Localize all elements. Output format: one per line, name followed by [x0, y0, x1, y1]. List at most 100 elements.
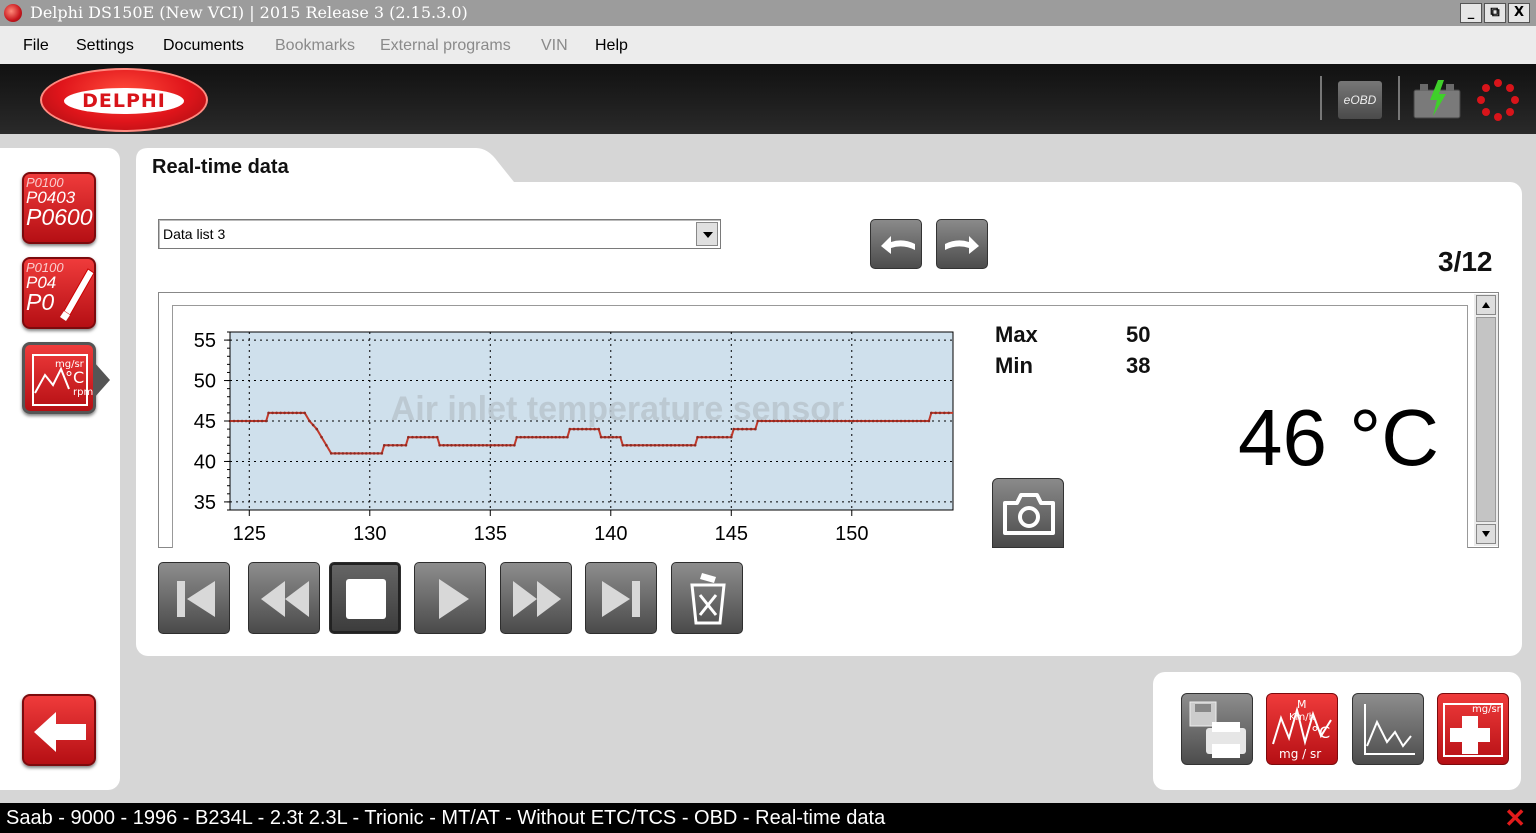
data-point: [431, 435, 435, 439]
data-point: [387, 443, 390, 447]
data-point: [566, 435, 569, 439]
data-point: [260, 419, 264, 423]
data-point: [619, 435, 622, 439]
data-point: [546, 435, 550, 439]
tab-realtime-data[interactable]: Real-time data: [152, 156, 289, 179]
data-point: [531, 435, 534, 439]
data-point: [576, 427, 580, 431]
data-point: [891, 419, 895, 423]
data-point: [607, 435, 611, 439]
data-point: [915, 419, 919, 423]
data-point: [368, 452, 372, 455]
data-point: [267, 411, 270, 415]
menu-file[interactable]: File: [23, 37, 49, 55]
menu-help[interactable]: Help: [595, 37, 628, 55]
vertical-scrollbar[interactable]: [1474, 294, 1498, 546]
data-point: [943, 411, 946, 415]
status-bar: Saab - 9000 - 1996 - B234L - 2.3t 2.3L -…: [0, 803, 1536, 833]
data-point: [236, 419, 240, 423]
data-point: [232, 419, 236, 423]
data-point: [855, 419, 859, 423]
read-dtc-button[interactable]: P0100 P0403 P0600: [22, 172, 96, 244]
menu-external-programs[interactable]: External programs: [380, 37, 511, 55]
header-divider: [1320, 76, 1322, 120]
data-point: [780, 419, 783, 423]
header-divider: [1398, 76, 1400, 120]
y-tick-label: 40: [194, 451, 216, 473]
data-point: [820, 419, 823, 423]
data-point: [597, 427, 601, 431]
data-point: [696, 435, 699, 439]
data-point: [454, 443, 457, 447]
data-point: [337, 452, 341, 455]
scroll-down-arrow-icon[interactable]: [1476, 524, 1496, 544]
close-window-button[interactable]: X: [1508, 3, 1530, 23]
data-point: [550, 435, 554, 439]
min-value: 38: [1126, 353, 1151, 378]
app-logo-icon: [4, 4, 22, 22]
eobd-button[interactable]: eOBD: [1338, 81, 1382, 119]
window-title: Delphi DS150E (New VCI) | 2015 Release 3…: [30, 3, 468, 22]
data-point: [887, 419, 891, 423]
play-button[interactable]: [414, 562, 486, 634]
svg-text:°C: °C: [1311, 723, 1330, 742]
data-point: [458, 443, 461, 447]
app-window: Delphi DS150E (New VCI) | 2015 Release 3…: [0, 0, 1536, 833]
skip-to-end-button[interactable]: [585, 562, 657, 634]
data-point: [615, 435, 618, 439]
units-button[interactable]: M Km/h °C mg / sr: [1266, 693, 1338, 765]
next-page-button[interactable]: [936, 219, 988, 269]
data-point: [673, 443, 677, 447]
data-point: [395, 443, 399, 447]
stop-button[interactable]: [329, 562, 401, 634]
clear-dtc-button[interactable]: P0100 P04 P0: [22, 257, 96, 329]
close-icon[interactable]: ✕: [1504, 803, 1526, 833]
restore-button[interactable]: ⧉: [1484, 3, 1506, 23]
battery-icon[interactable]: [1412, 78, 1462, 120]
menu-bookmarks[interactable]: Bookmarks: [275, 37, 355, 55]
data-point: [407, 435, 410, 439]
rewind-button[interactable]: [248, 562, 320, 634]
data-point: [832, 419, 835, 423]
data-point: [895, 419, 899, 423]
chevron-down-icon[interactable]: [696, 222, 718, 246]
data-point: [419, 435, 423, 439]
current-sensor-value: 46 °C: [1238, 393, 1439, 482]
back-button[interactable]: [22, 694, 96, 766]
snapshot-button[interactable]: [992, 478, 1064, 548]
data-point: [345, 452, 349, 455]
menu-vin[interactable]: VIN: [541, 37, 568, 55]
print-save-button[interactable]: [1181, 693, 1253, 765]
data-point: [580, 427, 584, 431]
connection-status-icon[interactable]: [1476, 78, 1520, 122]
skip-to-start-button[interactable]: [158, 562, 230, 634]
data-point: [275, 411, 278, 415]
data-point: [732, 427, 735, 431]
delete-recording-button[interactable]: [671, 562, 743, 634]
menu-settings[interactable]: Settings: [76, 37, 134, 55]
data-point: [844, 419, 847, 423]
scroll-thumb[interactable]: [1476, 317, 1496, 522]
data-list-value: Data list 3: [163, 226, 226, 242]
graph-view-button[interactable]: [1352, 693, 1424, 765]
previous-page-button[interactable]: [870, 219, 922, 269]
data-point: [633, 443, 637, 447]
data-point: [404, 443, 408, 447]
fast-forward-button[interactable]: [500, 562, 572, 634]
data-point: [788, 419, 791, 423]
data-point: [603, 435, 607, 439]
svg-text:Km/h: Km/h: [1289, 712, 1315, 723]
data-point: [411, 435, 414, 439]
menu-documents[interactable]: Documents: [163, 37, 244, 55]
data-point: [653, 443, 657, 447]
scroll-up-arrow-icon[interactable]: [1476, 295, 1496, 315]
data-point: [400, 443, 403, 447]
data-list-select[interactable]: Data list 3: [158, 219, 721, 249]
data-point: [299, 411, 302, 415]
add-sensor-button[interactable]: mg/sr: [1437, 693, 1509, 765]
svg-text:M: M: [1297, 698, 1307, 711]
data-point: [497, 443, 500, 447]
data-point: [808, 419, 811, 423]
minimize-button[interactable]: _: [1460, 3, 1482, 23]
realtime-data-button[interactable]: mg/sr °C rpm: [22, 342, 96, 414]
